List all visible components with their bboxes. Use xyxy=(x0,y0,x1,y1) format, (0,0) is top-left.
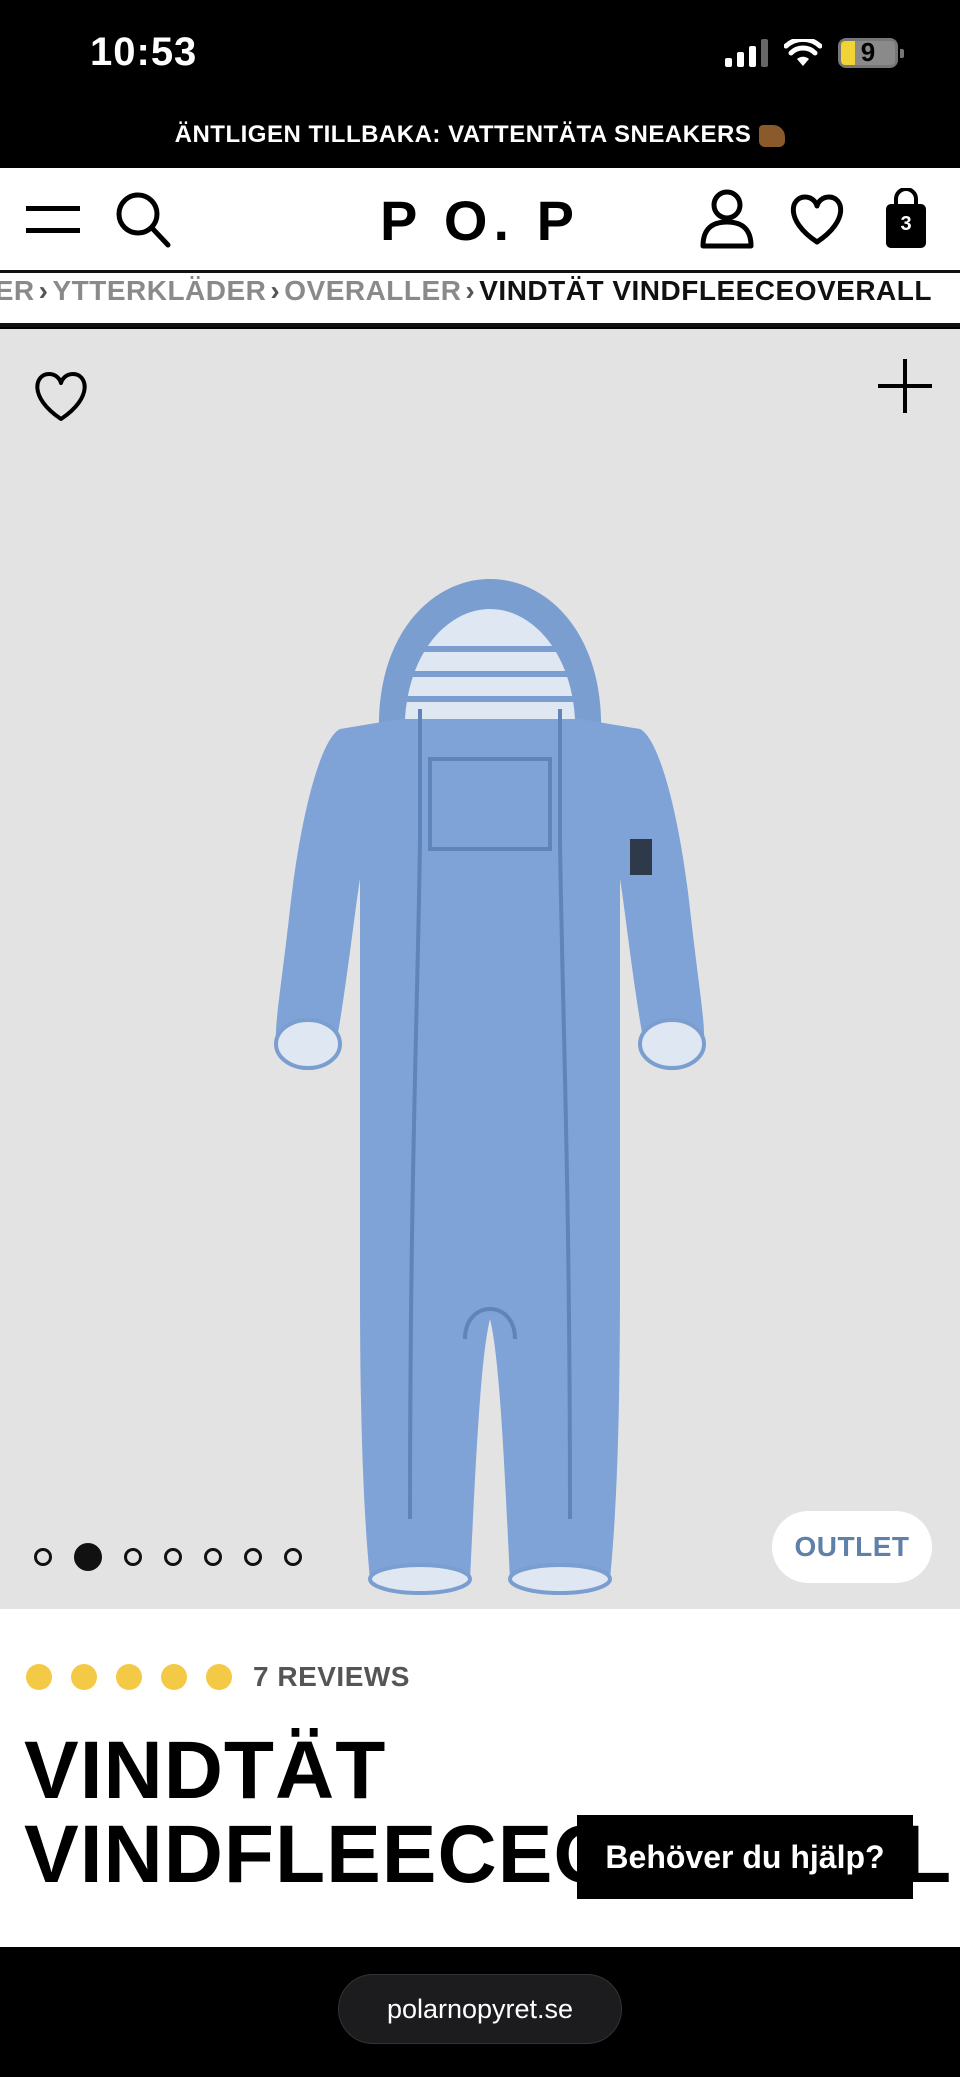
gallery-pagination xyxy=(34,1543,302,1571)
cart-count: 3 xyxy=(900,213,912,235)
help-chat-button[interactable]: Behöver du hjälp? xyxy=(577,1815,913,1899)
rating-dot-icon xyxy=(71,1664,97,1690)
breadcrumb-current: VINDTÄT VINDFLEECEOVERALL xyxy=(479,275,932,306)
promo-banner[interactable]: ÄNTLIGEN TILLBAKA: VATTENTÄTA SNEAKERS xyxy=(0,110,960,168)
gallery-dot[interactable] xyxy=(124,1548,142,1566)
gallery-dot-active[interactable] xyxy=(74,1543,102,1571)
outlet-badge: OUTLET xyxy=(772,1511,932,1583)
product-info: 7 REVIEWS VINDTÄT VINDFLEECEOVERALL Behö… xyxy=(0,1609,960,1947)
chevron-right-icon: › xyxy=(465,275,476,306)
chevron-right-icon: › xyxy=(38,275,49,306)
rating[interactable]: 7 REVIEWS xyxy=(26,1661,410,1693)
rating-dot-icon xyxy=(161,1664,187,1690)
rating-dot-icon xyxy=(26,1664,52,1690)
search-icon[interactable] xyxy=(114,190,172,250)
menu-icon[interactable] xyxy=(26,202,82,238)
wifi-icon xyxy=(784,39,822,66)
status-icons: 9 xyxy=(725,37,904,68)
gallery-dot[interactable] xyxy=(284,1548,302,1566)
gallery-dot[interactable] xyxy=(164,1548,182,1566)
site-header: P O. P 3 xyxy=(0,168,960,273)
breadcrumb-item[interactable]: DER xyxy=(0,275,35,306)
gallery-dot[interactable] xyxy=(204,1548,222,1566)
rating-dot-icon xyxy=(206,1664,232,1690)
zoom-plus-icon[interactable] xyxy=(876,357,934,415)
product-title-line: VINDTÄT xyxy=(24,1725,387,1816)
breadcrumb-item[interactable]: YTTERKLÄDER xyxy=(52,275,266,306)
cellular-signal-icon xyxy=(725,39,768,67)
gallery-dot[interactable] xyxy=(244,1548,262,1566)
account-icon[interactable] xyxy=(700,188,754,250)
breadcrumb: DER›YTTERKLÄDER›OVERALLER›VINDTÄT VINDFL… xyxy=(0,273,960,327)
reviews-link[interactable]: 7 REVIEWS xyxy=(253,1661,410,1693)
gallery-dot[interactable] xyxy=(34,1548,52,1566)
battery-level: 9 xyxy=(860,37,876,67)
url-bar[interactable]: polarnopyret.se xyxy=(338,1974,622,2044)
product-image[interactable] xyxy=(260,579,720,1609)
wishlist-heart-icon[interactable] xyxy=(788,194,846,246)
battery-icon: 9 xyxy=(838,37,904,68)
rating-dot-icon xyxy=(116,1664,142,1690)
breadcrumb-item[interactable]: OVERALLER xyxy=(284,275,461,306)
cart-button[interactable]: 3 xyxy=(884,187,928,250)
status-bar: 10:53 9 xyxy=(0,0,960,110)
chevron-right-icon: › xyxy=(270,275,281,306)
status-time: 10:53 xyxy=(90,30,198,74)
add-to-wishlist-heart-icon[interactable] xyxy=(32,371,90,423)
boot-icon xyxy=(759,124,786,147)
browser-bottom-bar: polarnopyret.se xyxy=(0,1947,960,2077)
product-gallery[interactable]: OUTLET xyxy=(0,329,960,1609)
promo-text: ÄNTLIGEN TILLBAKA: VATTENTÄTA SNEAKERS xyxy=(174,121,752,148)
